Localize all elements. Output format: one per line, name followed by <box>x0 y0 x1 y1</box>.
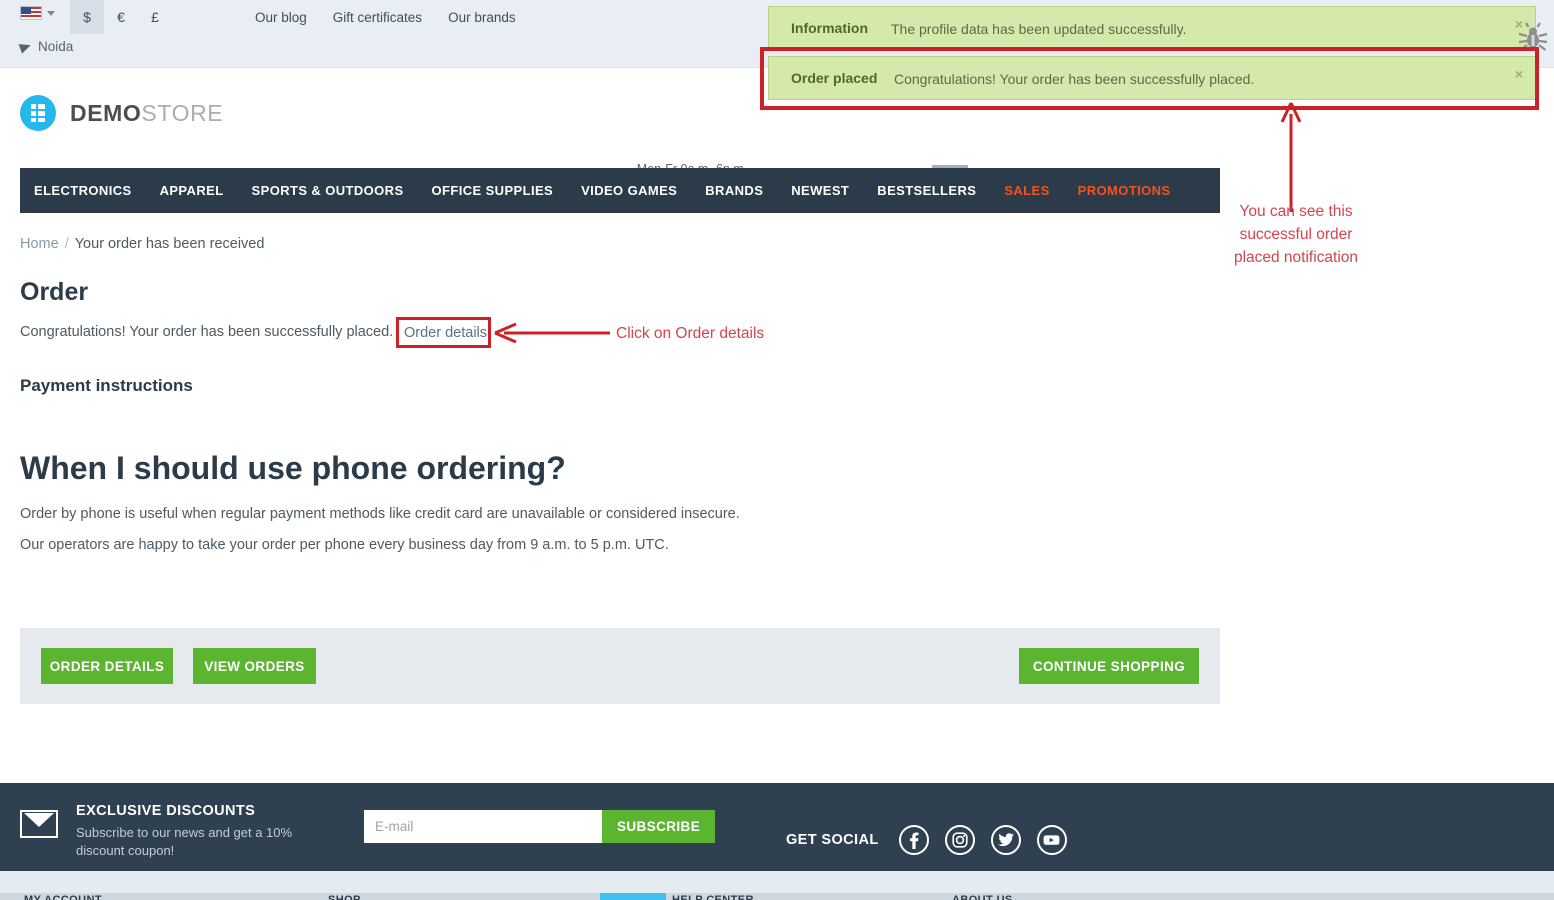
site-footer: EXCLUSIVE DISCOUNTS Subscribe to our new… <box>0 783 1554 871</box>
newsletter-title: EXCLUSIVE DISCOUNTS <box>76 803 256 819</box>
logo-mark-icon <box>20 95 56 131</box>
breadcrumb-home[interactable]: Home <box>20 236 59 252</box>
currency-gbp[interactable]: £ <box>138 0 172 34</box>
footer-spacer <box>0 871 1554 893</box>
main-navigation: ELECTRONICS APPAREL SPORTS & OUTDOORS OF… <box>20 168 1220 213</box>
social-links: GET SOCIAL <box>786 825 1067 855</box>
annotation-text-notification: You can see this successful order placed… <box>1233 203 1359 266</box>
location-arrow-icon <box>18 39 33 54</box>
order-details-button[interactable]: ORDER DETAILS <box>41 648 173 684</box>
facebook-glyph <box>909 832 919 849</box>
nav-item-brands[interactable]: BRANDS <box>691 183 777 198</box>
footer-col-help-center[interactable]: HELP CENTER <box>672 894 754 900</box>
logo-text-light: STORE <box>141 99 224 126</box>
nav-item-sports-outdoors[interactable]: SPORTS & OUTDOORS <box>238 183 418 198</box>
twitter-glyph <box>997 833 1014 847</box>
newsletter-email-input[interactable] <box>364 810 602 843</box>
close-icon[interactable]: × <box>1515 66 1523 82</box>
newsletter-form: SUBSCRIBE <box>364 810 716 843</box>
article-heading: When I should use phone ordering? <box>20 450 566 486</box>
nav-item-video-games[interactable]: VIDEO GAMES <box>567 183 691 198</box>
notification-title: Order placed <box>791 70 878 86</box>
chevron-down-icon <box>47 10 55 16</box>
top-link-our-brands[interactable]: Our brands <box>448 10 516 25</box>
article-paragraph-2: Our operators are happy to take your ord… <box>20 537 669 553</box>
annotation-arrow-notification <box>1280 102 1302 212</box>
footer-col-about-us[interactable]: ABOUT US <box>952 894 1013 900</box>
logo-text-bold: DEMO <box>70 99 142 126</box>
twitter-icon[interactable] <box>990 825 1021 855</box>
notification-title: Information <box>791 20 868 36</box>
breadcrumb-separator: / <box>64 236 69 252</box>
footer-col-my-account[interactable]: MY ACCOUNT <box>24 894 102 900</box>
nav-item-newest[interactable]: NEWEST <box>777 183 863 198</box>
location-label: Noida <box>38 39 74 54</box>
currency-switcher[interactable]: $ € £ <box>70 0 172 34</box>
breadcrumb: Home / Your order has been received <box>20 236 264 252</box>
youtube-icon[interactable] <box>1036 825 1067 855</box>
annotation-text-order-details: Click on Order details <box>616 325 765 342</box>
article-paragraph-1: Order by phone is useful when regular pa… <box>20 506 740 522</box>
language-flag-selector[interactable] <box>20 6 55 20</box>
nav-item-bestsellers[interactable]: BESTSELLERS <box>863 183 990 198</box>
nav-item-electronics[interactable]: ELECTRONICS <box>20 183 146 198</box>
nav-item-apparel[interactable]: APPAREL <box>146 183 238 198</box>
youtube-glyph <box>1043 835 1060 845</box>
footer-col-shop[interactable]: SHOP <box>328 894 361 900</box>
order-success-message: Congratulations! Your order has been suc… <box>20 324 394 340</box>
top-link-gift-certificates[interactable]: Gift certificates <box>333 10 422 25</box>
payment-instructions-heading: Payment instructions <box>20 376 193 395</box>
footer-accent-bar <box>600 893 666 900</box>
continue-shopping-button[interactable]: CONTINUE SHOPPING <box>1019 648 1199 684</box>
us-flag-icon <box>20 6 42 20</box>
nav-item-promotions[interactable]: PROMOTIONS <box>1064 183 1185 198</box>
currency-eur[interactable]: € <box>104 0 138 34</box>
notification-order-placed: Order placed Congratulations! Your order… <box>768 56 1536 100</box>
nav-item-sales[interactable]: SALES <box>990 183 1063 198</box>
subscribe-button[interactable]: SUBSCRIBE <box>602 810 716 843</box>
site-logo[interactable]: DEMOSTORE <box>20 95 223 131</box>
currency-usd[interactable]: $ <box>70 0 104 34</box>
bug-icon[interactable] <box>1516 22 1550 56</box>
notification-information: Information The profile data has been up… <box>768 6 1536 50</box>
breadcrumb-current: Your order has been received <box>74 236 265 252</box>
instagram-icon[interactable] <box>944 825 975 855</box>
footer-bottom-columns: MY ACCOUNT SHOP HELP CENTER ABOUT US <box>0 893 1554 900</box>
order-details-link[interactable]: Order details <box>400 323 491 343</box>
notification-message: The profile data has been updated succes… <box>891 21 1187 37</box>
location-selector[interactable]: Noida <box>18 39 74 54</box>
view-orders-button[interactable]: VIEW ORDERS <box>193 648 316 684</box>
newsletter-subtitle: Subscribe to our news and get a 10% disc… <box>76 825 293 858</box>
order-actions-bar: ORDER DETAILS VIEW ORDERS CONTINUE SHOPP… <box>20 628 1220 704</box>
social-label: GET SOCIAL <box>786 832 879 848</box>
nav-item-office-supplies[interactable]: OFFICE SUPPLIES <box>418 183 568 198</box>
instagram-glyph <box>952 832 968 848</box>
top-nav-links: Our blog Gift certificates Our brands <box>255 0 516 34</box>
facebook-icon[interactable] <box>898 825 929 855</box>
notification-message: Congratulations! Your order has been suc… <box>894 71 1255 87</box>
envelope-icon <box>20 810 58 838</box>
logo-text: DEMOSTORE <box>70 100 223 127</box>
annotation-arrow-order-details <box>494 322 610 344</box>
top-link-our-blog[interactable]: Our blog <box>255 10 307 25</box>
page-title: Order <box>20 278 89 306</box>
store-page: $ € £ Our blog Gift certificates Our bra… <box>0 0 1554 900</box>
